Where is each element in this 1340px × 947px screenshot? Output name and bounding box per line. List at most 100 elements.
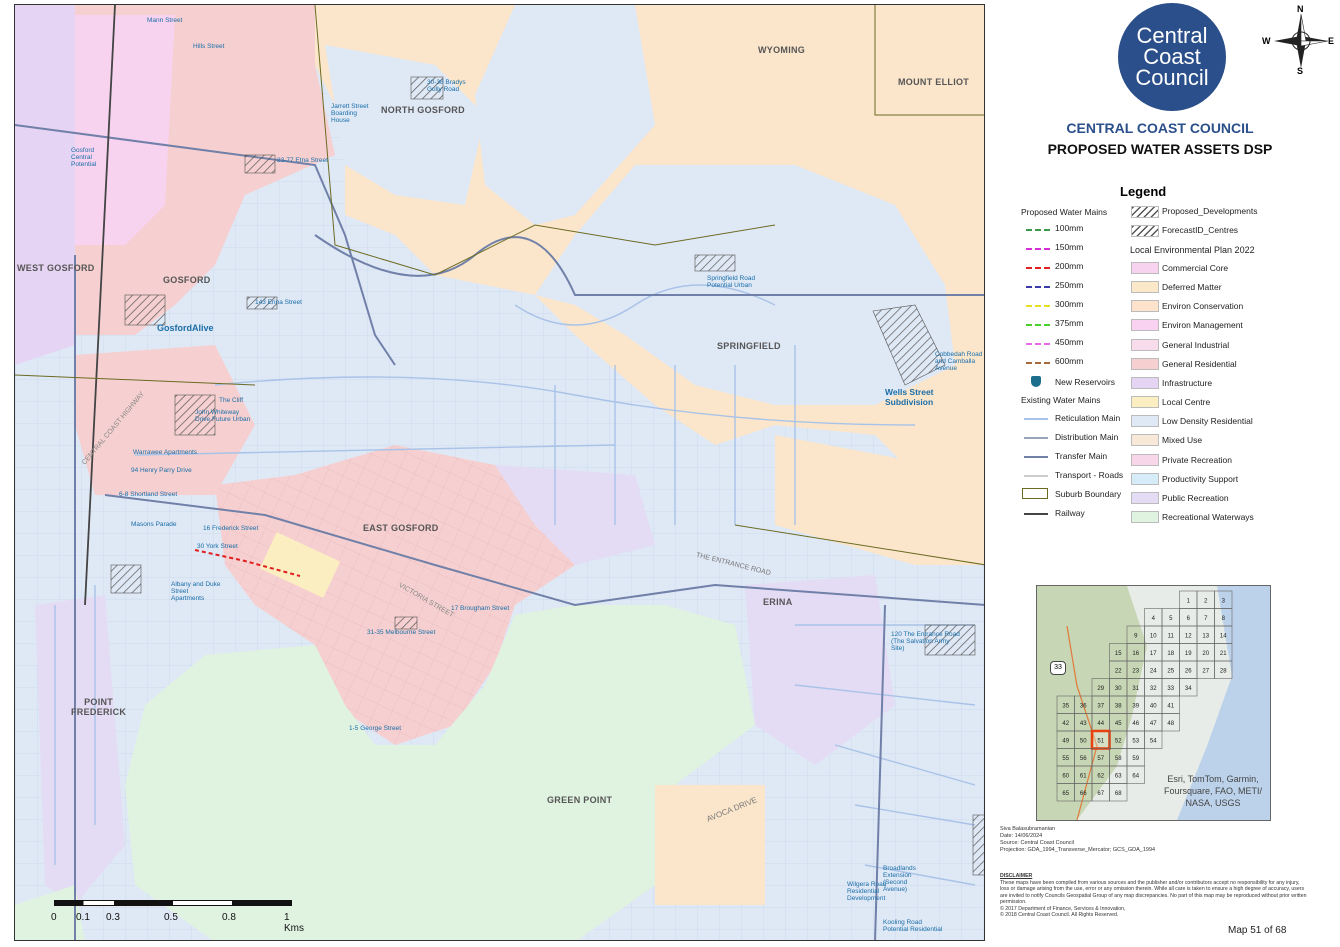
legend-zone-swatch xyxy=(1131,281,1159,294)
logo-text: Council xyxy=(1135,65,1209,90)
legend-line-swatch xyxy=(1026,267,1050,269)
suburb-label-west-gosford: WEST GOSFORD xyxy=(17,263,95,273)
dev-label: Albany and Duke Street Apartments xyxy=(171,581,221,602)
legend-item: 250mm xyxy=(1055,280,1084,290)
inset-tile-label: 58 xyxy=(1115,756,1122,762)
legend-line-swatch xyxy=(1026,305,1050,307)
legend-item: Commercial Core xyxy=(1162,263,1229,273)
org-name: CENTRAL COAST COUNCIL xyxy=(1066,120,1254,136)
inset-tile-label: 68 xyxy=(1115,791,1122,797)
meta-author: Siva Balasubramanian xyxy=(1000,826,1056,832)
map-frame[interactable]: WYOMING MOUNT ELLIOT NORTH GOSFORD WEST … xyxy=(14,4,985,941)
inset-tile-label: 15 xyxy=(1115,651,1122,657)
legend-line-swatch xyxy=(1026,286,1050,288)
legend-item: Recreational Waterways xyxy=(1162,511,1254,522)
north-arrow-icon: N S E W xyxy=(1262,4,1336,76)
inset-tile-label: 66 xyxy=(1080,791,1087,797)
dev-label: Gosford Central Potential xyxy=(71,147,97,168)
inset-tile-label: 40 xyxy=(1150,703,1157,709)
inset-tile-label: 45 xyxy=(1115,721,1122,727)
legend-item: Private Recreation xyxy=(1162,454,1232,465)
legend-item: Transfer Main xyxy=(1055,451,1108,461)
legend-item: Deferred Matter xyxy=(1162,282,1222,293)
inset-tile-label: 37 xyxy=(1097,703,1104,709)
inset-tile-label: 6 xyxy=(1187,616,1191,622)
legend-item: Railway xyxy=(1055,508,1085,518)
legend-item: 300mm xyxy=(1055,299,1084,309)
inset-tile-label: 21 xyxy=(1220,651,1227,657)
scale-tick: 0.5 xyxy=(164,912,178,923)
suburb-label-wyoming: WYOMING xyxy=(758,45,806,55)
inset-tile-label: 41 xyxy=(1167,703,1174,709)
legend-item: 450mm xyxy=(1055,337,1084,347)
legend-zone-swatch xyxy=(1131,357,1159,370)
legend-item: 600mm xyxy=(1055,356,1084,366)
legend-item: Local Centre xyxy=(1162,397,1211,408)
dev-label: Masons Parade xyxy=(131,521,177,528)
legend-item: 100mm xyxy=(1055,223,1084,233)
legend-line-swatch xyxy=(1026,248,1050,250)
inset-tile-label: 60 xyxy=(1062,773,1069,779)
inset-tile-label: 34 xyxy=(1185,686,1192,692)
inset-tile-label: 4 xyxy=(1152,616,1156,622)
inset-tile-label: 57 xyxy=(1097,756,1104,762)
inset-tile-label: 42 xyxy=(1062,721,1069,727)
compass-n: N xyxy=(1297,4,1304,14)
inset-tile-label: 61 xyxy=(1080,773,1087,779)
map-metadata: Siva Balasubramanian Date: 14/06/2024 So… xyxy=(1000,826,1155,854)
legend-hatch-swatch xyxy=(1131,206,1159,218)
inset-tile-label: 35 xyxy=(1062,703,1069,709)
inset-tile-label: 22 xyxy=(1115,668,1122,674)
inset-tile-label: 7 xyxy=(1204,616,1208,622)
legend-item: Suburb Boundary xyxy=(1055,489,1122,499)
inset-tile-label: 39 xyxy=(1132,703,1139,709)
suburb-label-gosford: GOSFORD xyxy=(163,275,211,285)
legend-zone-swatch xyxy=(1131,510,1159,523)
inset-tile-label: 11 xyxy=(1168,633,1175,639)
dev-label: Hills Street xyxy=(193,43,225,50)
compass-s: S xyxy=(1297,66,1304,76)
inset-tile-label: 38 xyxy=(1115,703,1122,709)
dev-label: 30-38 Bradys Gully Road xyxy=(427,79,466,93)
legend-zone-swatch xyxy=(1131,300,1159,313)
logo-text: Central xyxy=(1136,23,1208,48)
inset-tile-label: 17 xyxy=(1150,651,1157,657)
inset-tile-label: 28 xyxy=(1220,668,1227,674)
legend-item: 375mm xyxy=(1055,318,1084,328)
scale-tick: 0.1 xyxy=(76,912,90,923)
inset-tile-label: 56 xyxy=(1080,756,1087,762)
meta-source: Source: Central Coast Council xyxy=(1000,840,1074,846)
legend-zone-swatch xyxy=(1131,338,1159,351)
dev-label: 16 Frederick Street xyxy=(203,525,259,532)
dev-label: Wilgera Road Residential Development xyxy=(847,881,887,902)
inset-tile-label: 10 xyxy=(1150,633,1157,639)
legend-item: 150mm xyxy=(1055,242,1084,252)
legend-zone-swatch xyxy=(1131,434,1159,447)
legend-zone-swatch xyxy=(1131,453,1159,466)
inset-tile-label: 59 xyxy=(1132,756,1139,762)
dev-label: John Whiteway Drive Future Urban xyxy=(195,409,251,423)
legend-item: Productivity Support xyxy=(1162,473,1239,484)
legend-item: New Reservoirs xyxy=(1055,377,1115,387)
dev-label: The Cliff xyxy=(219,397,244,404)
legend-item: Environ Management xyxy=(1162,320,1243,331)
suburb-label-east-gosford: EAST GOSFORD xyxy=(363,523,439,533)
inset-tile-label: 52 xyxy=(1115,738,1122,744)
legend-item: Low Density Residential xyxy=(1162,416,1253,427)
scale-tick: 1 Kms xyxy=(284,912,304,934)
inset-tile-label: 43 xyxy=(1080,721,1087,727)
dev-label: Jarrett Street Boarding House xyxy=(331,103,369,124)
inset-tile-label: 31 xyxy=(1132,686,1139,692)
legend-title: Legend xyxy=(1120,184,1167,199)
dev-label: Mann Street xyxy=(147,17,183,24)
inset-attribution: Esri, TomTom, Garmin, Foursquare, FAO, M… xyxy=(1163,774,1263,808)
legend-lep-heading: Local Environmental Plan 2022 xyxy=(1130,245,1255,255)
dev-label: 1-5 George Street xyxy=(349,725,402,732)
inset-tile-label: 63 xyxy=(1115,773,1122,779)
legend-line-swatch xyxy=(1024,418,1048,420)
inset-tile-label: 67 xyxy=(1097,791,1104,797)
inset-tile-label: 44 xyxy=(1097,721,1104,727)
inset-tile-label: 5 xyxy=(1169,616,1173,622)
suburb-label-green-point: GREEN POINT xyxy=(547,795,613,805)
legend-item: Reticulation Main xyxy=(1055,413,1121,423)
